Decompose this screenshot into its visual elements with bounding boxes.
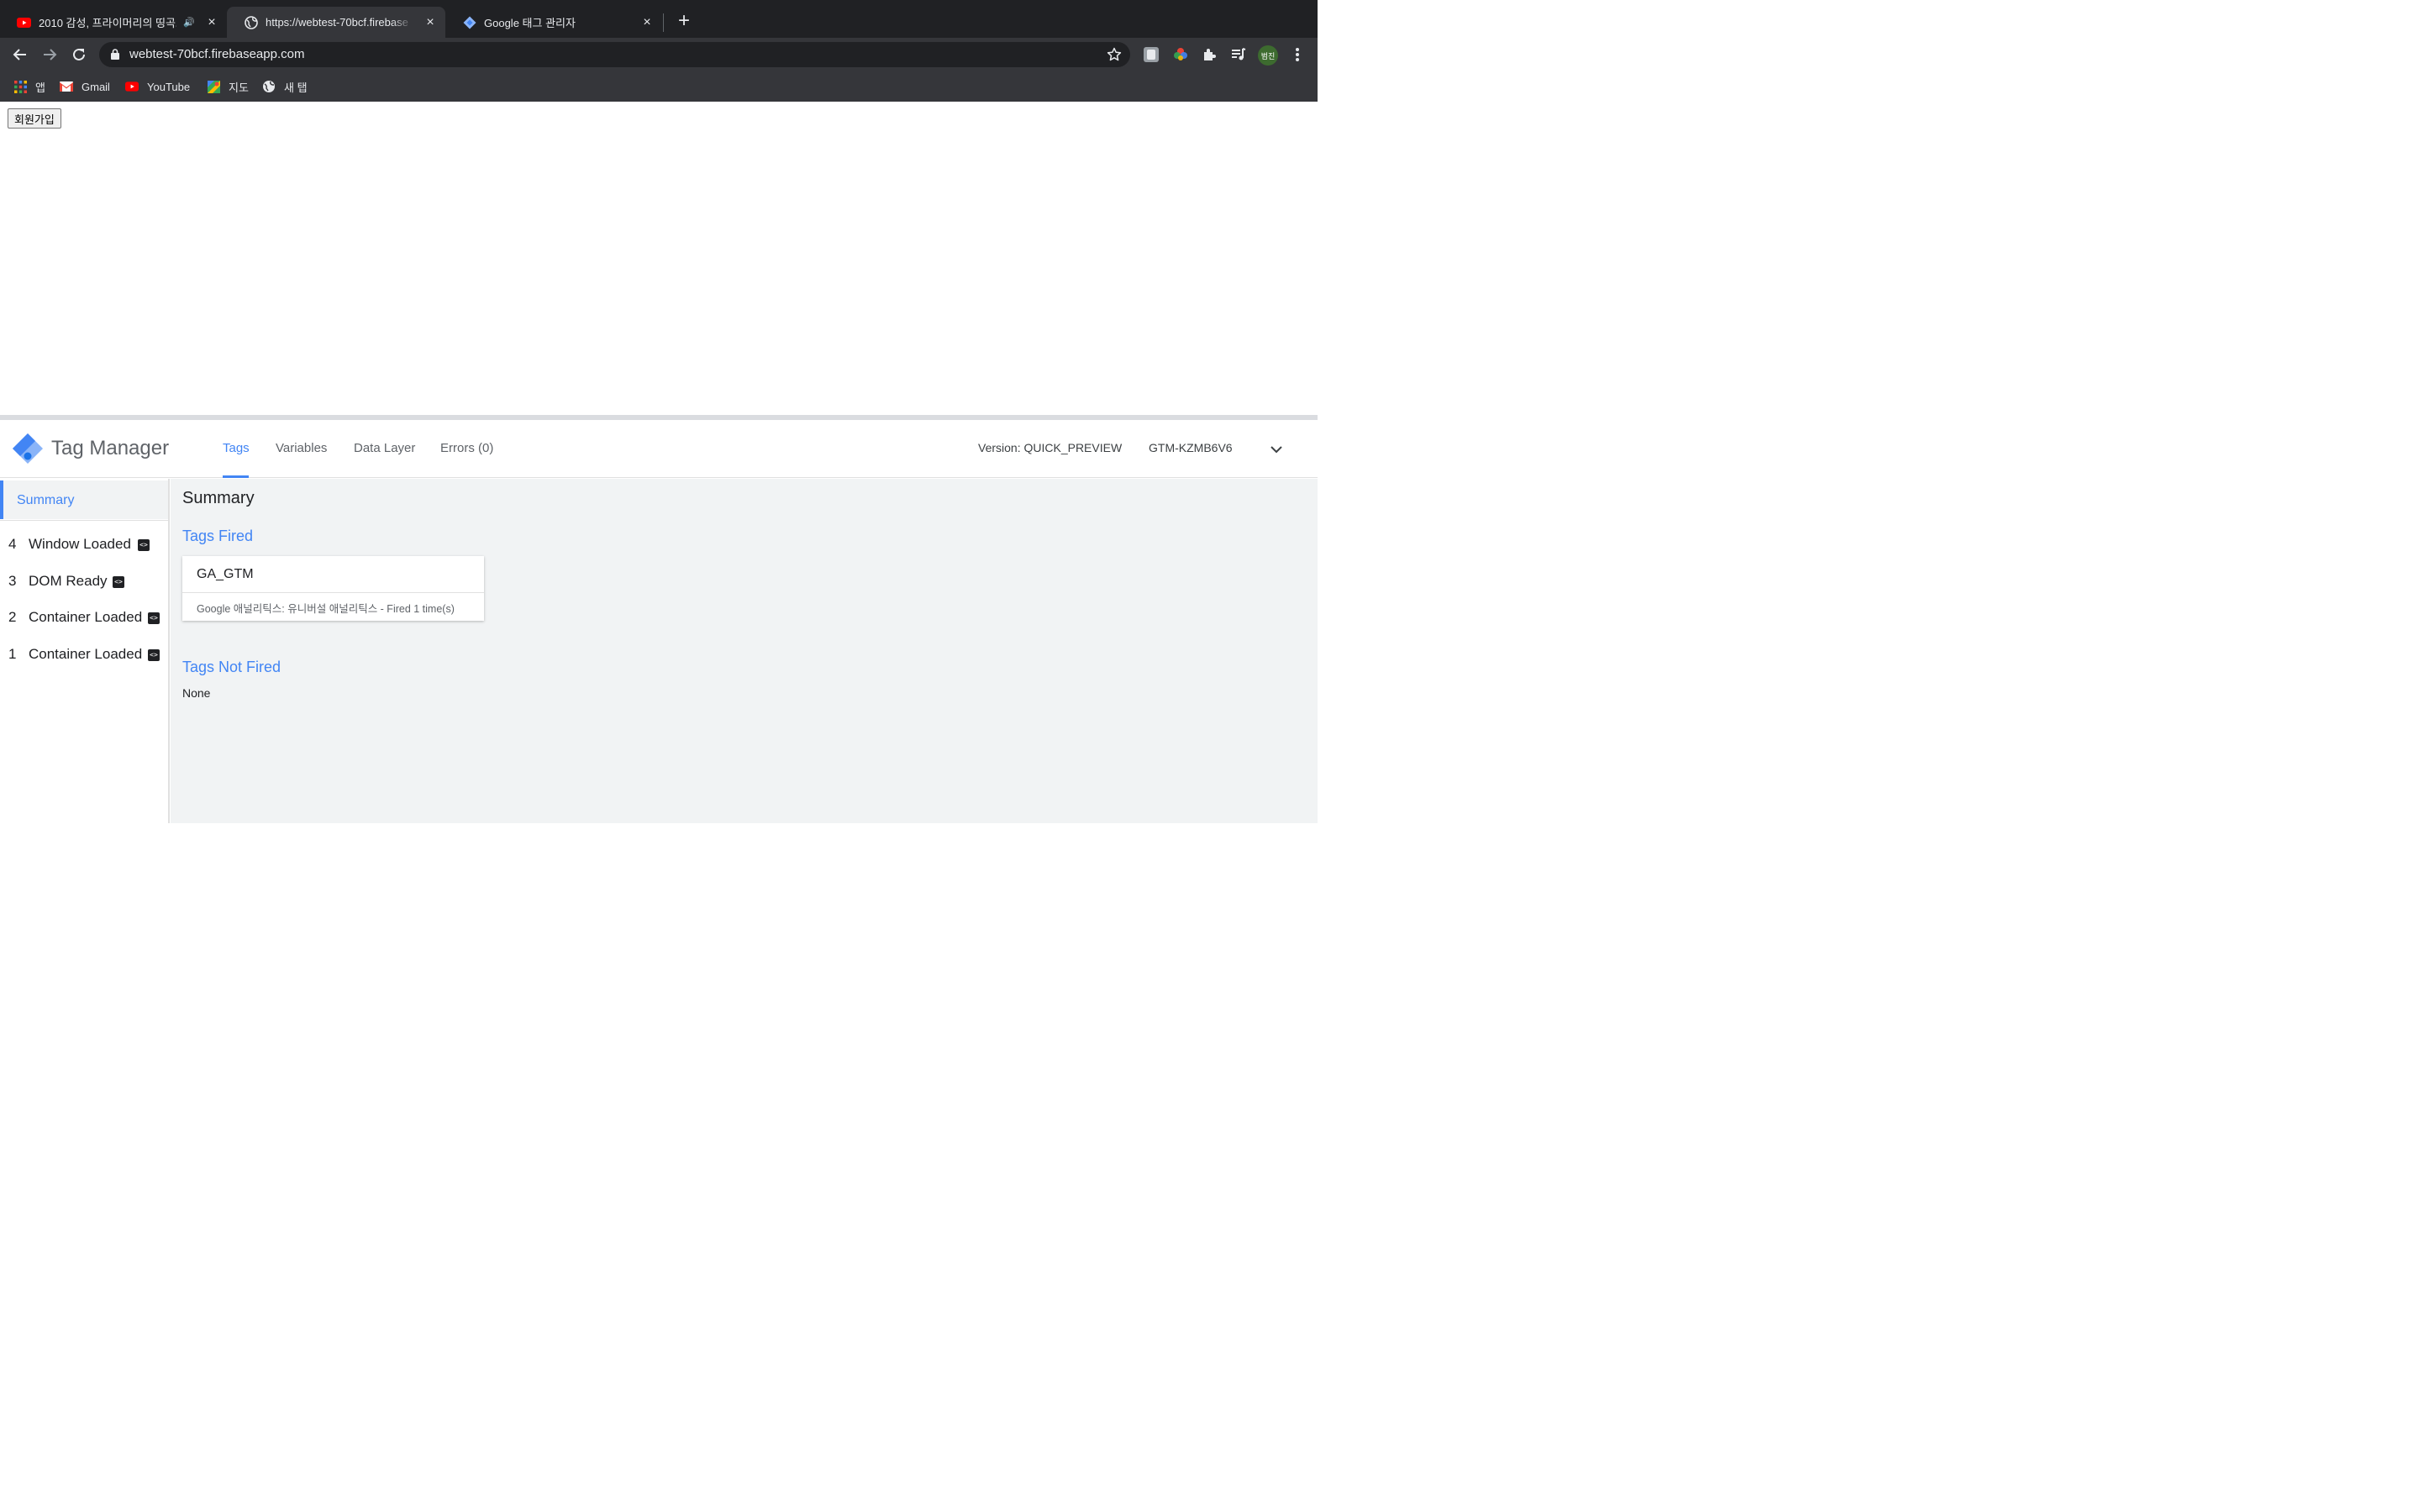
tab-variables[interactable]: Variables	[276, 441, 327, 455]
color-picker-extension-icon[interactable]	[1171, 45, 1190, 64]
tab-firebase[interactable]: https://webtest-70bcf.firebase ×	[227, 7, 445, 38]
sidebar-divider	[0, 520, 168, 521]
event-number: 3	[8, 573, 17, 589]
gmail-icon	[60, 80, 73, 93]
tag-card[interactable]: GA_GTM Google 애널리틱스: 유니버설 애널리틱스 - Fired …	[182, 556, 484, 621]
event-name: Container Loaded	[29, 609, 143, 625]
browser-toolbar: webtest-70bcf.firebaseapp.com 범진	[0, 38, 1318, 71]
tab-strip: 2010 감성, 프라이머리의 띵곡도 🔊 × https://webtest-…	[0, 0, 1318, 38]
not-fired-value: None	[182, 686, 211, 700]
speaker-icon[interactable]: 🔊	[183, 17, 195, 28]
youtube-icon	[125, 80, 139, 93]
tab-errors[interactable]: Errors (0)	[440, 441, 493, 455]
tab-separator	[663, 13, 664, 32]
forward-button[interactable]	[39, 45, 60, 65]
bookmark-star-icon[interactable]	[1107, 47, 1122, 66]
container-id: GTM-KZMB6V6	[1149, 441, 1233, 454]
sidebar-summary-label: Summary	[17, 493, 75, 507]
reload-button[interactable]	[69, 45, 89, 65]
active-tab-indicator	[223, 475, 249, 478]
profile-avatar[interactable]: 범진	[1258, 45, 1278, 66]
sidebar-item-summary[interactable]: Summary	[0, 480, 168, 519]
event-name: Window Loaded	[29, 536, 131, 552]
summary-panel: Summary Tags Fired GA_GTM Google 애널리틱스: …	[171, 479, 1318, 823]
globe-icon	[244, 15, 258, 29]
tag-detail: Google 애널리틱스: 유니버설 애널리틱스 - Fired 1 time(…	[197, 603, 455, 615]
event-name: DOM Ready	[29, 573, 108, 589]
tab-title: 2010 감성, 프라이머리의 띵곡도	[39, 17, 177, 29]
apps-grid-icon	[13, 80, 27, 93]
tab-tag-manager[interactable]: Google 태그 관리자 ×	[445, 7, 662, 38]
event-number: 2	[8, 609, 17, 625]
bookmark-label: 새 탭	[284, 81, 308, 94]
tab-youtube[interactable]: 2010 감성, 프라이머리의 띵곡도 🔊 ×	[0, 7, 227, 38]
tags-not-fired-heading: Tags Not Fired	[182, 659, 281, 675]
page-content: 회원가입	[0, 102, 1318, 415]
extension-icon[interactable]	[1142, 45, 1160, 64]
bookmark-label: YouTube	[147, 80, 191, 93]
close-tab-icon[interactable]: ×	[205, 15, 218, 29]
close-tab-icon[interactable]: ×	[424, 15, 437, 29]
bookmark-gmail[interactable]: Gmail	[60, 78, 110, 95]
tag-manager-logo-icon	[12, 433, 44, 465]
bookmark-apps[interactable]: 앱	[13, 78, 45, 95]
media-queue-icon[interactable]	[1229, 45, 1248, 64]
globe-icon	[262, 80, 276, 93]
signup-button[interactable]: 회원가입	[8, 108, 61, 129]
new-tab-button[interactable]: +	[675, 11, 693, 31]
bookmark-new-tab[interactable]: 새 탭	[262, 78, 308, 95]
gtm-brand: Tag Manager	[51, 437, 170, 459]
event-name: Container Loaded	[29, 646, 143, 662]
lock-icon[interactable]	[111, 49, 119, 64]
card-divider	[182, 592, 484, 593]
menu-dots-icon[interactable]	[1288, 45, 1307, 64]
close-tab-icon[interactable]: ×	[640, 15, 654, 29]
event-sidebar: Summary 4 Window Loaded <> 3 DOM Ready <…	[0, 479, 170, 823]
tab-tags[interactable]: Tags	[223, 441, 250, 455]
code-icon: <>	[148, 612, 160, 624]
version-label: Version: QUICK_PREVIEW	[978, 441, 1123, 454]
url-text[interactable]: webtest-70bcf.firebaseapp.com	[129, 47, 304, 61]
tab-data-layer[interactable]: Data Layer	[354, 441, 415, 455]
address-bar[interactable]: webtest-70bcf.firebaseapp.com	[99, 42, 1130, 67]
tab-title: Google 태그 관리자	[484, 17, 576, 29]
tab-title: https://webtest-70bcf.firebase	[266, 16, 408, 29]
back-button[interactable]	[10, 45, 30, 65]
tags-fired-heading: Tags Fired	[182, 528, 254, 544]
gtm-header: Tag Manager Tags Variables Data Layer Er…	[0, 420, 1318, 478]
youtube-icon	[17, 15, 31, 29]
bookmarks-bar: 앱 Gmail YouTube 지도 새 탭	[0, 71, 1318, 102]
event-item[interactable]: 2 Container Loaded <>	[0, 605, 168, 630]
page-title: Summary	[182, 489, 255, 507]
extensions-puzzle-icon[interactable]	[1200, 45, 1218, 64]
code-icon: <>	[113, 576, 124, 588]
event-item[interactable]: 3 DOM Ready <>	[0, 569, 168, 594]
event-item[interactable]: 1 Container Loaded <>	[0, 642, 168, 667]
tag-manager-icon	[462, 15, 476, 29]
maps-icon	[207, 80, 220, 93]
code-icon: <>	[138, 539, 150, 551]
event-item[interactable]: 4 Window Loaded <>	[0, 532, 168, 557]
bookmark-label: 지도	[229, 81, 249, 94]
bookmark-label: Gmail	[82, 80, 110, 93]
chevron-down-icon[interactable]	[1269, 442, 1284, 461]
bookmark-maps[interactable]: 지도	[207, 78, 249, 95]
event-number: 1	[8, 646, 17, 662]
bookmark-label: 앱	[35, 81, 45, 94]
tag-name: GA_GTM	[197, 567, 254, 581]
code-icon: <>	[148, 649, 160, 661]
bookmark-youtube[interactable]: YouTube	[125, 78, 190, 95]
event-number: 4	[8, 536, 17, 552]
